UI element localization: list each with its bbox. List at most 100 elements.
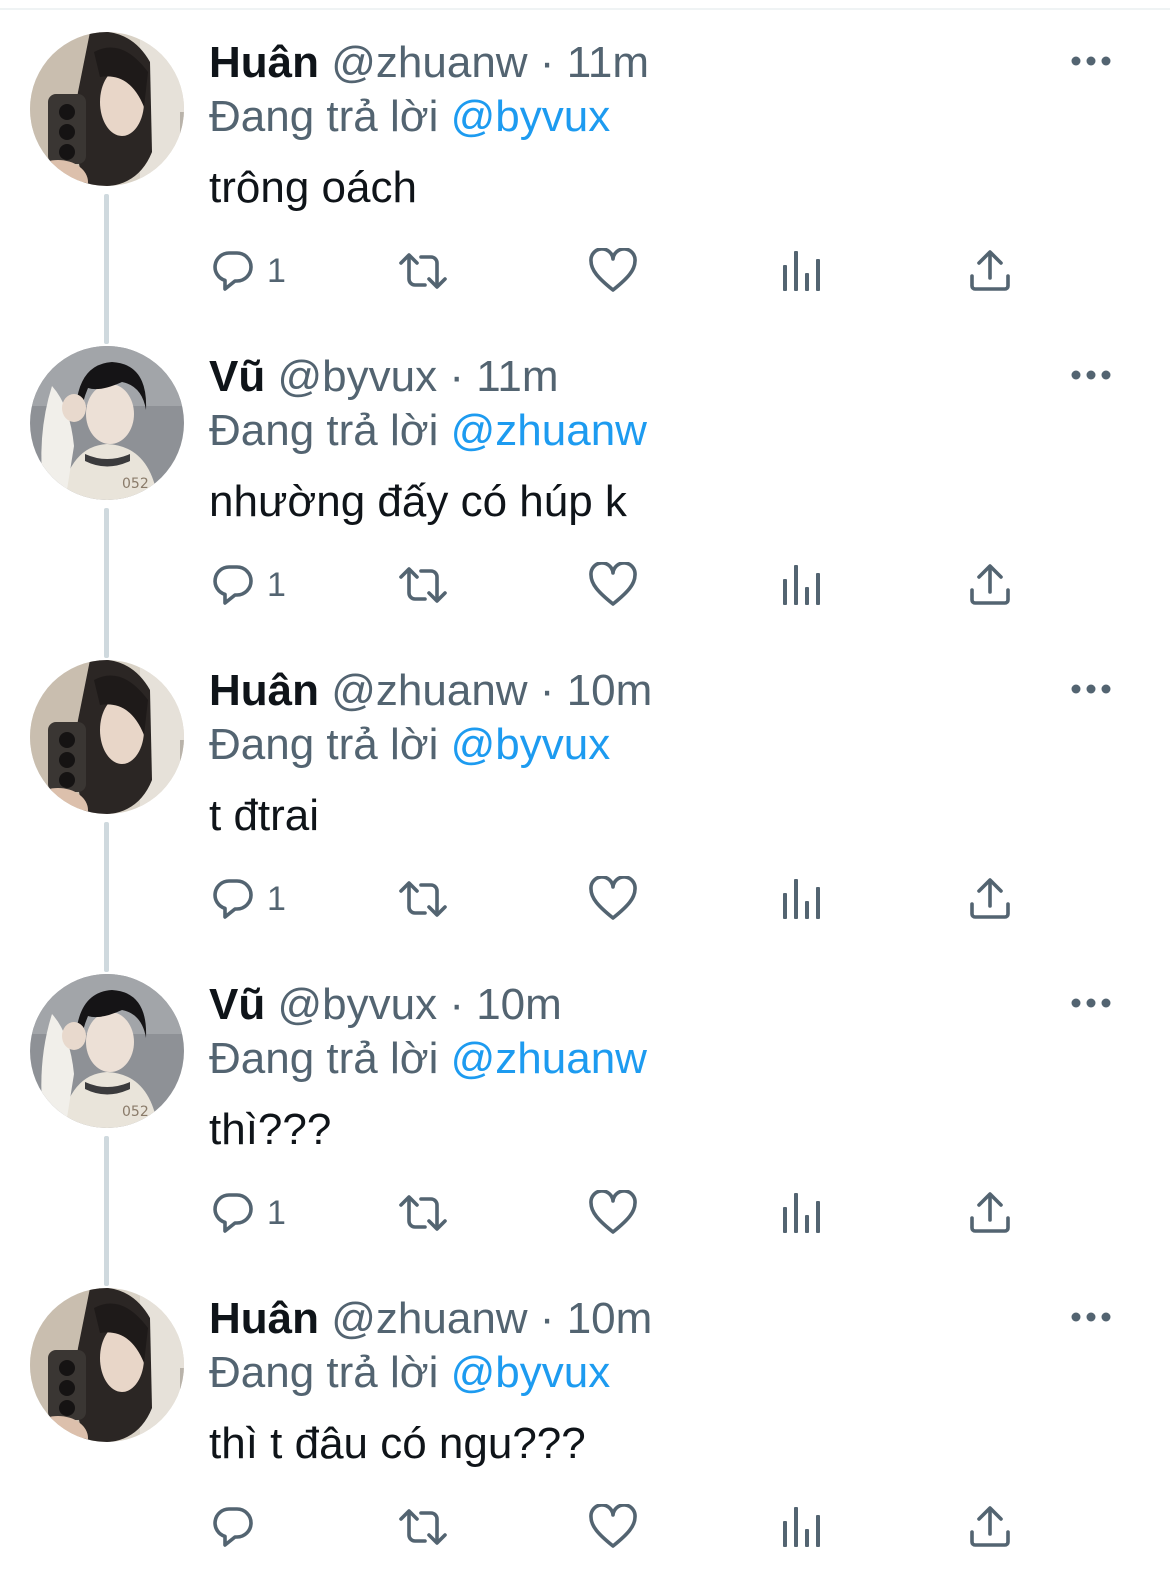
avatar[interactable]: 052 — [30, 346, 184, 500]
more-options-button[interactable] — [1068, 358, 1114, 392]
share-icon — [967, 1504, 1013, 1550]
handle[interactable]: @byvux — [277, 352, 437, 401]
tweet-header: Huân @zhuanw · 10m — [209, 1292, 652, 1346]
like-icon — [588, 1504, 638, 1550]
separator-dot: · — [539, 38, 555, 87]
retweet-button[interactable] — [395, 1188, 451, 1238]
more-options-button[interactable] — [1068, 986, 1114, 1020]
handle[interactable]: @zhuanw — [331, 1294, 527, 1343]
retweet-icon — [395, 1189, 451, 1237]
reply-icon — [209, 247, 257, 295]
like-button[interactable] — [588, 874, 638, 924]
retweet-button[interactable] — [395, 874, 451, 924]
views-button[interactable] — [781, 1188, 823, 1238]
avatar[interactable] — [30, 660, 184, 814]
views-button[interactable] — [781, 560, 823, 610]
separator-dot: · — [539, 666, 555, 715]
timestamp[interactable]: 10m — [567, 666, 653, 715]
tweet-header: Vũ @byvux · 11m — [209, 350, 559, 404]
retweet-button[interactable] — [395, 1502, 451, 1552]
separator-dot: · — [449, 352, 464, 401]
views-icon — [781, 1505, 823, 1549]
reply-button[interactable] — [209, 1502, 267, 1552]
like-button[interactable] — [588, 246, 638, 296]
reply-button[interactable]: 1 — [209, 246, 286, 296]
avatar[interactable]: 052 — [30, 974, 184, 1128]
share-icon — [967, 1190, 1013, 1236]
share-icon — [967, 562, 1013, 608]
replying-to: Đang trả lời @zhuanw — [209, 404, 647, 458]
reply-button[interactable]: 1 — [209, 874, 286, 924]
handle[interactable]: @zhuanw — [331, 666, 527, 715]
timestamp[interactable]: 10m — [567, 1294, 653, 1343]
more-icon — [1068, 370, 1114, 396]
mention-link[interactable]: @byvux — [451, 720, 611, 769]
svg-text:052: 052 — [122, 476, 149, 492]
more-options-button[interactable] — [1068, 672, 1114, 706]
mention-link[interactable]: @zhuanw — [451, 406, 647, 455]
handle[interactable]: @byvux — [277, 980, 437, 1029]
display-name[interactable]: Huân — [209, 38, 319, 87]
share-button[interactable] — [967, 1502, 1013, 1552]
retweet-button[interactable] — [395, 246, 451, 296]
replying-to: Đang trả lời @byvux — [209, 1346, 610, 1400]
share-button[interactable] — [967, 560, 1013, 610]
timestamp[interactable]: 11m — [567, 38, 649, 87]
views-button[interactable] — [781, 1502, 823, 1552]
reply-button[interactable]: 1 — [209, 1188, 286, 1238]
handle[interactable]: @zhuanw — [331, 38, 527, 87]
replying-prefix: Đang trả lời — [209, 406, 439, 455]
tweet-header: Huân @zhuanw · 11m — [209, 36, 649, 90]
display-name[interactable]: Huân — [209, 1294, 319, 1343]
like-button[interactable] — [588, 560, 638, 610]
tweet-header: Vũ @byvux · 10m — [209, 978, 562, 1032]
more-options-button[interactable] — [1068, 1300, 1114, 1334]
tweet[interactable]: Huân @zhuanw · 10m Đang trả lời @byvux t… — [0, 628, 1170, 942]
like-button[interactable] — [588, 1502, 638, 1552]
replying-prefix: Đang trả lời — [209, 1034, 439, 1083]
mention-link[interactable]: @byvux — [451, 92, 611, 141]
views-button[interactable] — [781, 874, 823, 924]
reply-icon — [209, 875, 257, 923]
avatar[interactable] — [30, 32, 184, 186]
views-button[interactable] — [781, 246, 823, 296]
tweet-text: thì??? — [209, 1105, 332, 1154]
display-name[interactable]: Vũ — [209, 352, 265, 401]
reply-count: 1 — [267, 252, 286, 290]
like-button[interactable] — [588, 1188, 638, 1238]
display-name[interactable]: Vũ — [209, 980, 265, 1029]
reply-icon — [209, 1503, 257, 1551]
timestamp[interactable]: 11m — [476, 352, 558, 401]
avatar[interactable] — [30, 1288, 184, 1442]
mention-link[interactable]: @byvux — [451, 1348, 611, 1397]
tweet[interactable]: Huân @zhuanw · 11m Đang trả lời @byvux t… — [0, 0, 1170, 314]
share-button[interactable] — [967, 246, 1013, 296]
tweet-text: trông oách — [209, 163, 417, 212]
reply-button[interactable]: 1 — [209, 560, 286, 610]
more-icon — [1068, 998, 1114, 1024]
more-icon — [1068, 684, 1114, 710]
tweet[interactable]: 052 Vũ @byvux · 11m Đang trả lời @zhuanw… — [0, 314, 1170, 628]
action-bar — [0, 1474, 1170, 1584]
tweet[interactable]: Huân @zhuanw · 10m Đang trả lời @byvux t… — [0, 1256, 1170, 1570]
reply-count: 1 — [267, 880, 286, 918]
replying-to: Đang trả lời @byvux — [209, 90, 610, 144]
timestamp[interactable]: 10m — [476, 980, 562, 1029]
share-button[interactable] — [967, 1188, 1013, 1238]
retweet-icon — [395, 561, 451, 609]
like-icon — [588, 248, 638, 294]
action-bar: 1 — [0, 218, 1170, 328]
mention-link[interactable]: @zhuanw — [451, 1034, 647, 1083]
reply-icon — [209, 1189, 257, 1237]
tweet[interactable]: 052 Vũ @byvux · 10m Đang trả lời @zhuanw… — [0, 942, 1170, 1256]
replying-prefix: Đang trả lời — [209, 1348, 439, 1397]
retweet-button[interactable] — [395, 560, 451, 610]
tweet-text: nhường đấy có húp k — [209, 477, 627, 526]
reply-count: 1 — [267, 566, 286, 604]
replying-to: Đang trả lời @byvux — [209, 718, 610, 772]
display-name[interactable]: Huân — [209, 666, 319, 715]
more-options-button[interactable] — [1068, 44, 1114, 78]
share-button[interactable] — [967, 874, 1013, 924]
tweet-text: thì t đâu có ngu??? — [209, 1419, 586, 1468]
views-icon — [781, 563, 823, 607]
